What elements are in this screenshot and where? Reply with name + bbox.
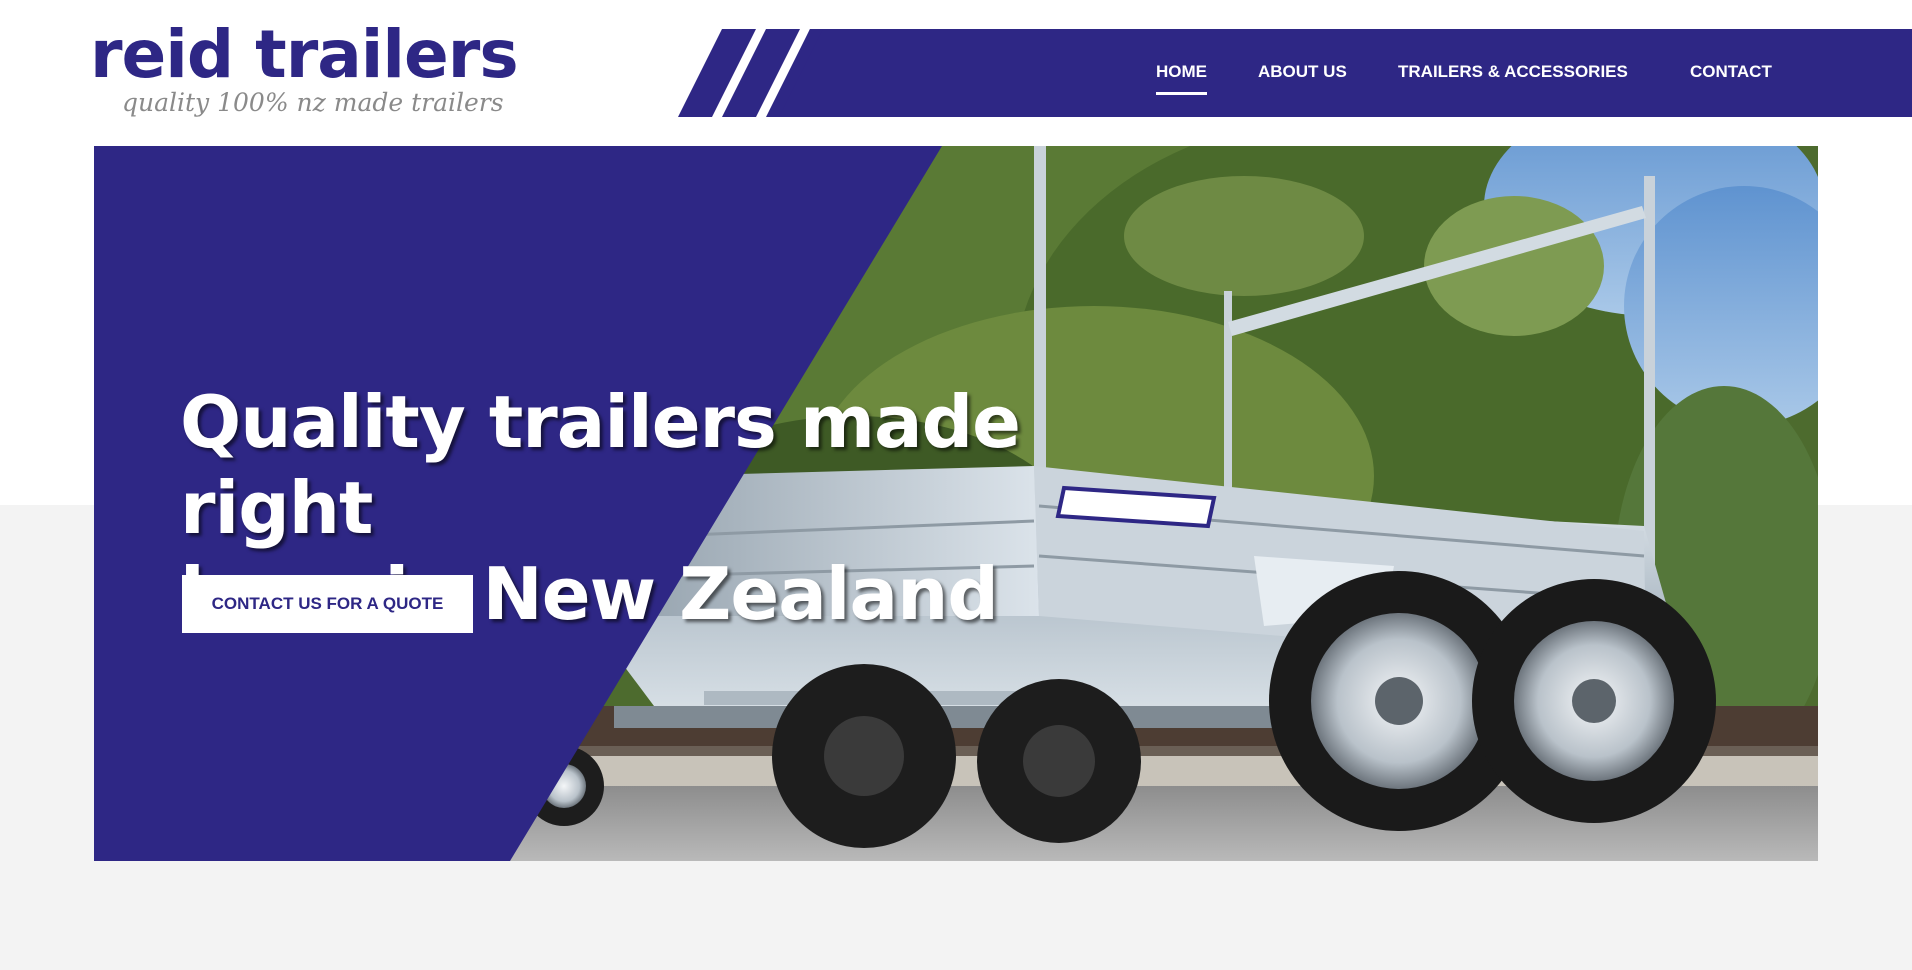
- nav-item-about-us[interactable]: ABOUT US: [1258, 62, 1347, 82]
- main-navigation: HOME ABOUT US TRAILERS & ACCESSORIES CON…: [678, 29, 1912, 117]
- logo-wordmark: reid trailers: [90, 16, 519, 93]
- nav-item-contact[interactable]: CONTACT: [1690, 62, 1772, 82]
- nav-item-trailers-accessories[interactable]: TRAILERS & ACCESSORIES: [1398, 62, 1628, 82]
- hero-banner: Quality trailers made right here in New …: [94, 146, 1818, 861]
- contact-quote-button[interactable]: CONTACT US FOR A QUOTE: [182, 575, 473, 633]
- logo-tagline: quality 100% nz made trailers: [122, 88, 504, 117]
- nav-item-home[interactable]: HOME: [1156, 62, 1207, 95]
- hero-heading-line-1: Quality trailers made right: [180, 380, 1021, 550]
- site-logo[interactable]: reid trailers quality 100% nz made trail…: [90, 22, 519, 122]
